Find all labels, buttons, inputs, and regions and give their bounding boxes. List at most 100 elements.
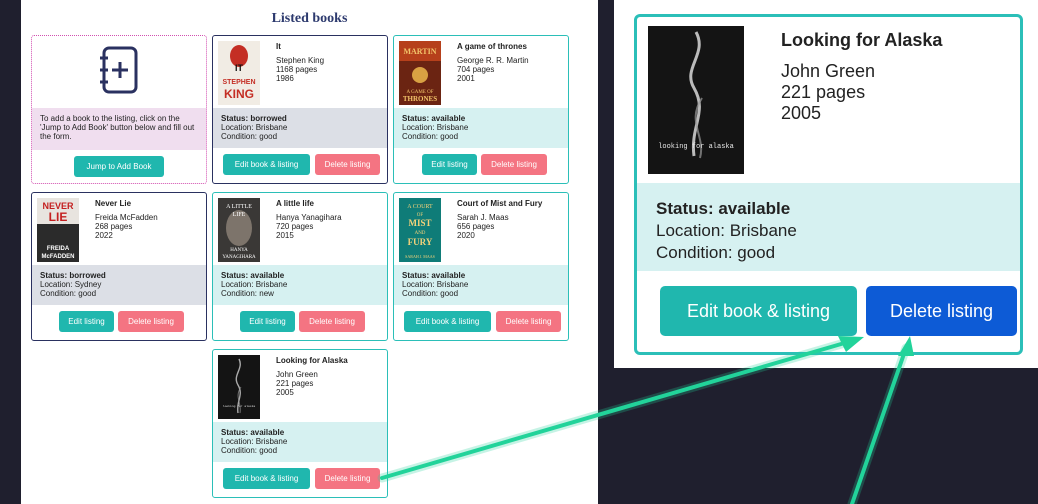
book-author: Freida McFadden <box>95 213 158 222</box>
book-pages: 704 pages <box>457 65 495 74</box>
zoomed-book-card: looking for alaska Looking for Alaska Jo… <box>634 14 1023 355</box>
svg-text:SARAH J. MAAS: SARAH J. MAAS <box>405 254 435 259</box>
svg-text:A COURT: A COURT <box>407 204 433 210</box>
book-title: A little life <box>276 199 314 208</box>
listing-status: Status: available <box>221 428 285 437</box>
listing-status-band: Status: borrowed Location: Sydney Condit… <box>32 265 206 305</box>
book-pages: 720 pages <box>276 222 314 231</box>
svg-text:MIST: MIST <box>408 218 431 228</box>
edit-book-listing-button[interactable]: Edit book & listing <box>223 468 310 489</box>
book-author: Hanya Yanagihara <box>276 213 342 222</box>
svg-text:HANYA: HANYA <box>230 248 248 253</box>
book-card-never-lie: NEVER LIE FREIDA McFADDEN Never Lie Frei… <box>31 192 207 341</box>
book-title: Court of Mist and Fury <box>457 199 543 208</box>
book-pages: 221 pages <box>276 379 314 388</box>
book-pages: 268 pages <box>95 222 133 231</box>
add-book-instructions: To add a book to the listing, click on t… <box>32 108 206 150</box>
edit-listing-button[interactable]: Edit listing <box>59 311 114 332</box>
edit-listing-button[interactable]: Edit listing <box>240 311 295 332</box>
listing-location: Location: Brisbane <box>221 123 288 132</box>
listing-status: Status: available <box>402 114 466 123</box>
listing-condition: Condition: good <box>221 446 278 455</box>
delete-listing-button[interactable]: Delete listing <box>496 311 561 332</box>
book-author: Sarah J. Maas <box>457 213 509 222</box>
delete-listing-button[interactable]: Delete listing <box>866 286 1017 336</box>
svg-text:IT: IT <box>235 63 244 73</box>
book-card-court-of-mist-and-fury: A COURT OF MIST AND FURY SARAH J. MAAS C… <box>393 192 569 341</box>
svg-text:STEPHEN: STEPHEN <box>222 79 255 86</box>
book-author: John Green <box>276 370 318 379</box>
delete-listing-button[interactable]: Delete listing <box>315 468 380 489</box>
zoom-cover-title: looking for alaska <box>658 143 734 151</box>
svg-text:A LITTLE: A LITTLE <box>226 204 252 210</box>
svg-text:MARTIN: MARTIN <box>403 47 436 56</box>
book-title: Never Lie <box>95 199 132 208</box>
edit-listing-button[interactable]: Edit listing <box>422 154 477 175</box>
listing-status-band: Status: available Location: Brisbane Con… <box>213 422 387 462</box>
book-cover-image: A LITTLE LIFE HANYA YANAGIHARA <box>218 198 260 262</box>
listing-status: Status: available <box>656 199 791 218</box>
edit-book-listing-button[interactable]: Edit book & listing <box>223 154 310 175</box>
book-card-a-game-of-thrones: MARTIN A GAME OF THRONES A game of thron… <box>393 35 569 184</box>
book-cover-image: IT STEPHEN KING <box>218 41 260 105</box>
listing-location: Location: Brisbane <box>656 221 797 240</box>
book-cover-image: NEVER LIE FREIDA McFADDEN <box>37 198 79 262</box>
svg-text:LIFE: LIFE <box>233 212 246 218</box>
book-title: Looking for Alaska <box>276 356 348 365</box>
listing-status-band: Status: borrowed Location: Brisbane Cond… <box>213 108 387 148</box>
listing-status: Status: available <box>402 271 466 280</box>
listing-condition: Condition: good <box>221 132 278 141</box>
edit-book-listing-button[interactable]: Edit book & listing <box>660 286 857 336</box>
book-pages: 221 pages <box>781 82 866 102</box>
book-author: Stephen King <box>276 56 325 65</box>
edit-book-listing-button[interactable]: Edit book & listing <box>404 311 491 332</box>
book-cover-image: MARTIN A GAME OF THRONES <box>399 41 441 105</box>
listing-condition: Condition: good <box>402 132 459 141</box>
add-book-card: To add a book to the listing, click on t… <box>31 35 207 184</box>
book-card-it: IT STEPHEN KING It Stephen King 1168 pag… <box>212 35 388 184</box>
listing-location: Location: Brisbane <box>402 123 469 132</box>
book-listing-page: Listed books To add a book to the listin… <box>21 0 598 504</box>
book-cover-image: A COURT OF MIST AND FURY SARAH J. MAAS <box>399 198 441 262</box>
book-title: It <box>276 42 281 51</box>
book-title: A game of thrones <box>457 42 527 51</box>
delete-listing-button[interactable]: Delete listing <box>315 154 380 175</box>
listing-status-band: Status: available Location: Brisbane Con… <box>637 183 1020 271</box>
book-card-looking-for-alaska: looking for alaska Looking for Alaska Jo… <box>212 349 388 498</box>
listing-condition: Condition: good <box>40 289 97 298</box>
svg-text:YANAGIHARA: YANAGIHARA <box>222 255 256 260</box>
book-year: 2001 <box>457 74 475 83</box>
book-year: 2020 <box>457 231 475 240</box>
listing-status-band: Status: available Location: Brisbane Con… <box>213 265 387 305</box>
book-year: 2005 <box>781 103 822 123</box>
delete-listing-button[interactable]: Delete listing <box>118 311 184 332</box>
listing-location: Location: Brisbane <box>221 437 288 446</box>
book-title: Looking for Alaska <box>781 30 943 50</box>
book-year: 2015 <box>276 231 294 240</box>
book-cover-image: looking for alaska <box>218 355 260 419</box>
listing-status-band: Status: available Location: Brisbane Con… <box>394 108 568 148</box>
svg-text:LIE: LIE <box>49 210 68 224</box>
book-year: 1986 <box>276 74 294 83</box>
book-card-a-little-life: A LITTLE LIFE HANYA YANAGIHARA A little … <box>212 192 388 341</box>
listing-condition: Condition: good <box>402 289 459 298</box>
page-title: Listed books <box>271 11 348 26</box>
svg-text:FURY: FURY <box>408 237 433 247</box>
delete-listing-button[interactable]: Delete listing <box>299 311 365 332</box>
listing-status: Status: borrowed <box>221 114 287 123</box>
zoomed-card-panel: looking for alaska Looking for Alaska Jo… <box>614 0 1038 368</box>
book-pages: 656 pages <box>457 222 495 231</box>
listing-location: Location: Brisbane <box>221 280 288 289</box>
listing-condition: Condition: good <box>656 243 776 262</box>
listing-status: Status: borrowed <box>40 271 106 280</box>
listing-location: Location: Sydney <box>40 280 102 289</box>
svg-text:THRONES: THRONES <box>403 95 437 103</box>
add-book-icon <box>100 46 138 94</box>
delete-listing-button[interactable]: Delete listing <box>481 154 547 175</box>
book-cover-image: looking for alaska <box>648 26 744 174</box>
svg-text:KING: KING <box>224 87 254 101</box>
listing-status-band: Status: available Location: Brisbane Con… <box>394 265 568 305</box>
jump-to-add-book-button[interactable]: Jump to Add Book <box>74 156 164 177</box>
book-year: 2005 <box>276 388 294 397</box>
book-author: John Green <box>781 61 876 81</box>
